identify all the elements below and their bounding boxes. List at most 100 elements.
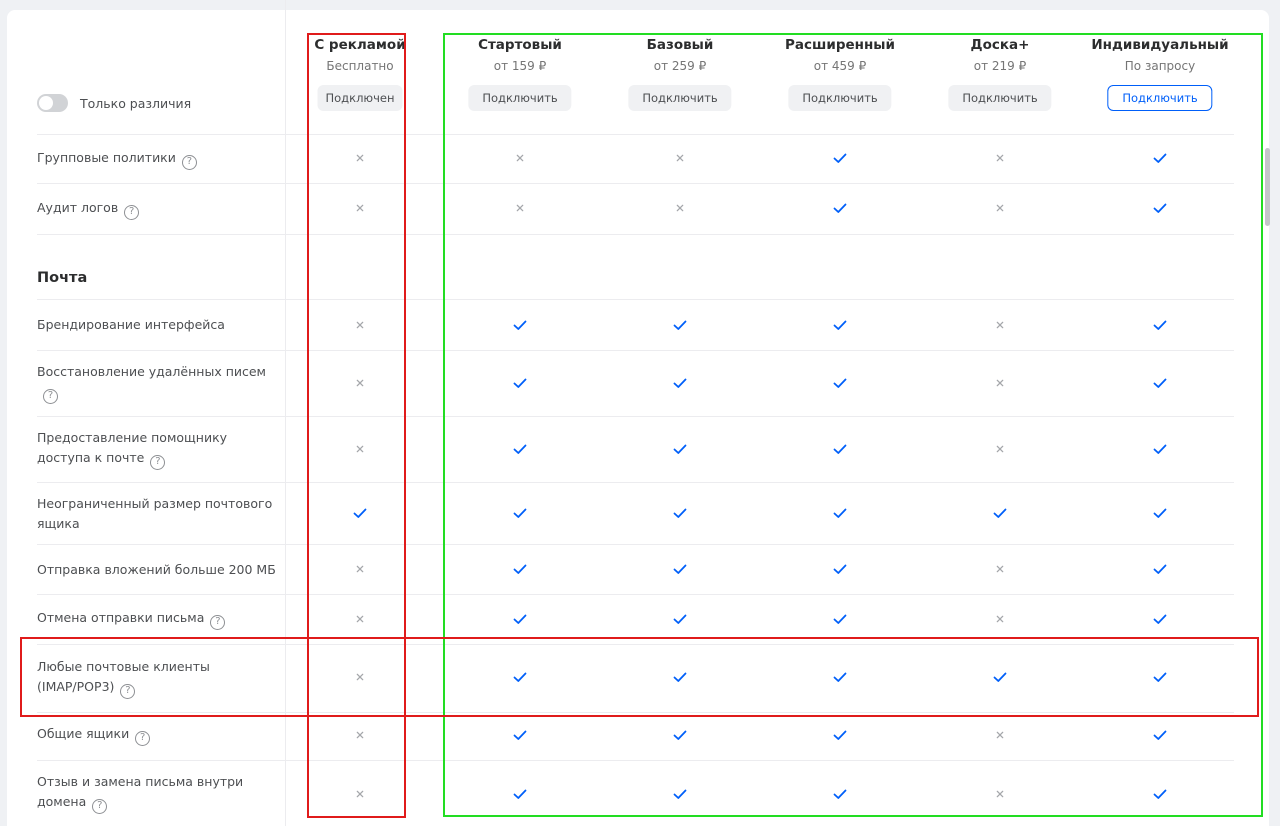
feature-name: Брендирование интерфейса	[37, 317, 225, 332]
check-icon	[830, 439, 850, 459]
plan-connect-button[interactable]: Подключить	[1107, 85, 1213, 111]
row-divider	[37, 350, 1234, 351]
question-circle-icon[interactable]: ?	[181, 155, 197, 170]
plan-header-3: Расширенный от 459 ₽ Подключить	[760, 0, 920, 120]
check-icon	[670, 667, 690, 687]
cross-icon	[350, 609, 370, 629]
plan-name: Стартовый	[478, 37, 562, 53]
plan-name: С рекламой	[314, 37, 406, 53]
question-circle-icon[interactable]: ?	[150, 454, 166, 470]
cross-icon	[350, 148, 370, 168]
question-circle-icon[interactable]: ?	[124, 205, 140, 220]
check-icon	[1150, 784, 1170, 804]
question-circle-icon[interactable]: ?	[120, 683, 136, 699]
cross-icon	[990, 784, 1010, 804]
plan-name: Базовый	[646, 37, 714, 53]
check-icon	[670, 725, 690, 745]
check-icon	[670, 315, 690, 335]
feature-name: Отправка вложений больше 200 МБ	[37, 562, 276, 577]
row-divider	[37, 760, 1234, 761]
cross-icon	[670, 148, 690, 168]
toggle-switch[interactable]	[37, 94, 68, 112]
feature-name: Аудит логов	[37, 200, 119, 215]
question-circle-icon[interactable]: ?	[92, 798, 108, 814]
feature-name: Групповые политики	[37, 150, 176, 165]
feature-label: Любые почтовые клиенты (IMAP/POP3)?	[37, 657, 273, 699]
cross-icon	[510, 198, 530, 218]
plan-name: Доска+	[970, 37, 1030, 53]
section-title-mail: Почта	[37, 270, 88, 286]
feature-label: Аудит логов?	[37, 198, 277, 220]
scrollbar-thumb[interactable]	[1265, 148, 1270, 226]
plan-price: от 219 ₽	[973, 59, 1027, 73]
feature-label: Отправка вложений больше 200 МБ	[37, 560, 277, 580]
plan-header-0: С рекламой Бесплатно Подключен	[280, 0, 440, 120]
cross-icon	[990, 559, 1010, 579]
check-icon	[510, 725, 530, 745]
check-icon	[830, 373, 850, 393]
plan-connect-button[interactable]: Подключить	[948, 85, 1052, 111]
check-icon	[670, 784, 690, 804]
plan-connected-button[interactable]: Подключен	[317, 85, 403, 111]
check-icon	[830, 198, 850, 218]
plan-price: от 159 ₽	[493, 59, 547, 73]
feature-name: Отмена отправки письма	[37, 610, 205, 625]
cross-icon	[510, 148, 530, 168]
check-icon	[1150, 148, 1170, 168]
cross-icon	[350, 198, 370, 218]
check-icon	[830, 784, 850, 804]
check-icon	[830, 503, 850, 523]
question-circle-icon[interactable]: ?	[210, 615, 226, 630]
cross-icon	[350, 559, 370, 579]
feature-name: Общие ящики	[37, 726, 130, 741]
cross-icon	[350, 373, 370, 393]
check-icon	[830, 725, 850, 745]
cross-icon	[670, 198, 690, 218]
check-icon	[1150, 373, 1170, 393]
question-circle-icon[interactable]: ?	[43, 388, 58, 404]
check-icon	[510, 439, 530, 459]
check-icon	[510, 609, 530, 629]
plan-header-4: Доска+ от 219 ₽ Подключить	[920, 0, 1080, 120]
check-icon	[510, 315, 530, 335]
toggle-knob	[39, 96, 53, 110]
only-differences-toggle[interactable]: Только различия	[37, 93, 191, 113]
check-icon	[1150, 725, 1170, 745]
column-divider	[285, 0, 286, 826]
feature-label: Восстановление удалённых писем?	[37, 362, 273, 404]
feature-label: Групповые политики?	[37, 148, 277, 170]
cross-icon	[350, 315, 370, 335]
check-icon	[830, 315, 850, 335]
check-icon	[510, 667, 530, 687]
cross-icon	[350, 784, 370, 804]
check-icon	[1150, 609, 1170, 629]
feature-name: Отзыв и замена письма внутри домена	[37, 774, 244, 809]
check-icon	[830, 148, 850, 168]
cross-icon	[990, 315, 1010, 335]
check-icon	[670, 559, 690, 579]
cross-icon	[990, 373, 1010, 393]
feature-label: Неограниченный размер почтового ящика	[37, 494, 273, 533]
plan-name: Расширенный	[785, 37, 895, 53]
feature-label: Предоставление помощнику доступа к почте…	[37, 428, 273, 470]
plan-header-2: Базовый от 259 ₽ Подключить	[600, 0, 760, 120]
plan-connect-button[interactable]: Подключить	[788, 85, 892, 111]
question-circle-icon[interactable]: ?	[135, 731, 151, 746]
feature-name: Неограниченный размер почтового ящика	[37, 496, 273, 531]
row-divider	[37, 544, 1234, 545]
check-icon	[1150, 198, 1170, 218]
row-divider	[37, 482, 1234, 483]
cross-icon	[990, 198, 1010, 218]
row-divider	[37, 234, 1234, 235]
section-divider	[37, 299, 1234, 300]
pricing-card	[7, 10, 1269, 826]
plan-connect-button[interactable]: Подключить	[468, 85, 572, 111]
check-icon	[830, 559, 850, 579]
check-icon	[1150, 667, 1170, 687]
check-icon	[830, 667, 850, 687]
row-divider	[37, 712, 1234, 713]
check-icon	[830, 609, 850, 629]
row-divider	[37, 134, 1234, 135]
check-icon	[1150, 559, 1170, 579]
plan-connect-button[interactable]: Подключить	[628, 85, 732, 111]
